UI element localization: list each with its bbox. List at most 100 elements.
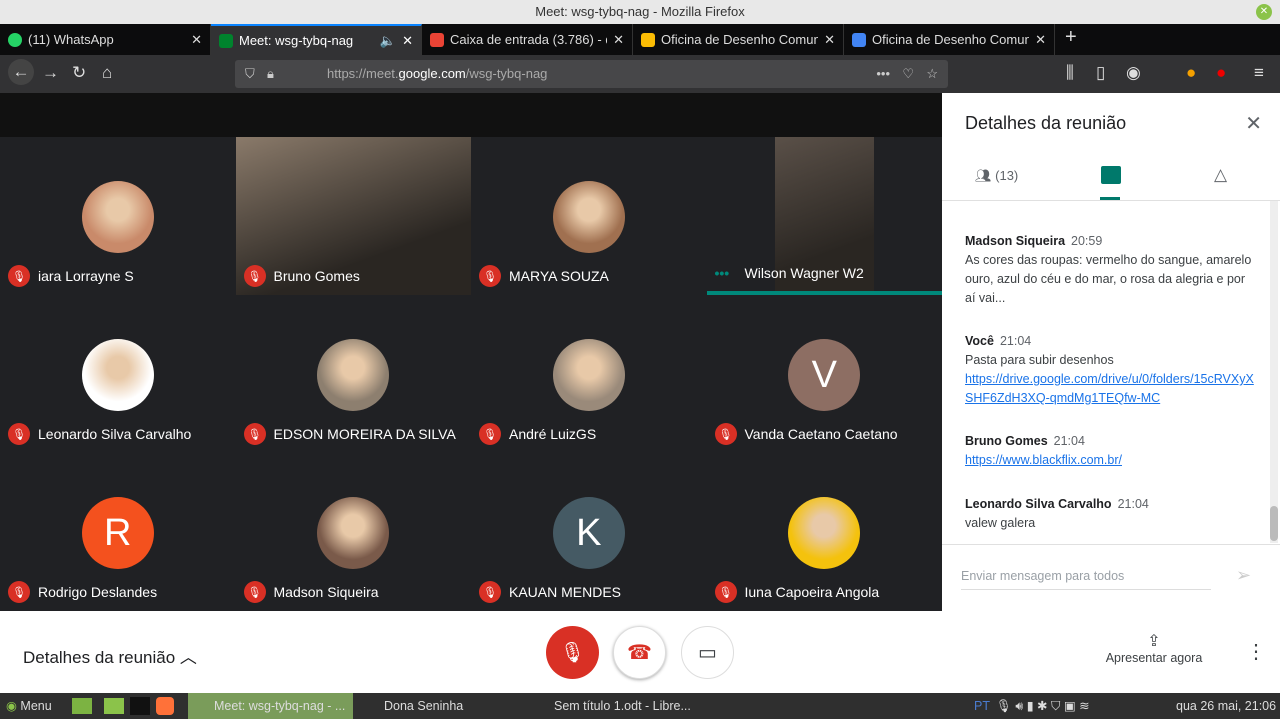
participant-name: MARYA SOUZA <box>509 268 609 284</box>
new-tab-button[interactable]: + <box>1055 24 1087 55</box>
people-icon: 👥︎ <box>975 168 992 183</box>
tab-label: Meet: wsg-tybq-nag <box>239 33 354 48</box>
avatar-initial: K <box>552 497 625 569</box>
blackflix-link[interactable]: https://www.blackflix.com.br/ <box>965 453 1122 467</box>
tray-icons[interactable]: 🎙︎ 🔊︎ ▮ ✱ ⛉ ▣ ≋ <box>996 693 1090 719</box>
more-actions-icon[interactable]: ••• <box>876 60 890 88</box>
participant-tile[interactable]: 🎙︎ MARYA SOUZA <box>471 137 707 295</box>
keyboard-layout[interactable]: PT <box>974 693 990 719</box>
firefox-launcher-icon[interactable] <box>156 697 174 715</box>
chat-input[interactable]: Enviar mensagem para todos <box>961 569 1211 590</box>
meeting-details-panel: Detalhes da reunião ✕ 👥︎ (13) △ Madson S… <box>942 93 1280 611</box>
participant-name: KAUAN MENDES <box>509 584 622 600</box>
tab-meet[interactable]: Meet: wsg-tybq-nag 🔈 ✕ <box>211 24 422 55</box>
tab-gmail[interactable]: Caixa de entrada (3.786) - d ✕ <box>422 24 633 55</box>
participant-name-label: 🎙︎ EDSON MOREIRA DA SILVA <box>243 423 456 445</box>
clock[interactable]: qua 26 mai, 21:06 <box>1176 693 1276 719</box>
home-button[interactable]: ⌂ <box>102 63 112 83</box>
avatar-photo <box>81 181 154 253</box>
more-options-icon[interactable]: ⋮ <box>1246 639 1266 664</box>
menu-icon[interactable]: ≡ <box>1254 63 1264 83</box>
taskbar-item-folder[interactable]: Dona Seninha <box>362 693 463 719</box>
camera-toggle-button[interactable]: ▭ <box>681 626 734 679</box>
extension-icon[interactable]: ● <box>1186 63 1196 83</box>
pocket-icon[interactable]: ♡ <box>902 60 914 88</box>
chat-tab-icon[interactable] <box>1101 166 1121 184</box>
bookmark-star-icon[interactable]: ☆ <box>926 60 938 88</box>
close-panel-icon[interactable]: ✕ <box>1245 111 1262 136</box>
tab-whatsapp[interactable]: (11) WhatsApp ✕ <box>0 24 211 55</box>
people-tab[interactable]: 👥︎ (13) <box>975 168 1018 184</box>
gmail-icon <box>430 32 444 47</box>
participant-tile[interactable]: K 🎙︎ KAUAN MENDES <box>471 453 707 611</box>
files-icon[interactable] <box>104 698 124 714</box>
back-button[interactable]: ← <box>8 59 34 85</box>
participant-tile[interactable]: 🎙︎ Bruno Gomes <box>235 137 471 295</box>
chat-scrollbar[interactable] <box>1270 201 1278 543</box>
speaker-icon[interactable]: 🔈 <box>380 33 396 49</box>
library-icon[interactable]: ⫼ <box>1066 63 1074 83</box>
chat-message: Bruno Gomes 21:04 https://www.blackflix.co… <box>965 432 1255 470</box>
taskbar-item-meet[interactable]: Meet: wsg-tybq-nag - ... <box>188 693 353 719</box>
close-tab-icon[interactable]: ✕ <box>191 32 202 48</box>
drive-icon <box>641 32 655 47</box>
divider <box>942 200 1280 201</box>
message-text: Pasta para subir desenhos <box>965 353 1114 367</box>
participant-name: Vanda Caetano Caetano <box>744 426 898 442</box>
participant-name: Rodrigo Deslandes <box>38 584 158 600</box>
window-titlebar: Meet: wsg-tybq-nag - Mozilla Firefox ✕ <box>0 0 1280 24</box>
menu-button[interactable]: ◉ Menu <box>6 693 52 719</box>
sender: Leonardo Silva Carvalho <box>965 497 1112 511</box>
close-tab-icon[interactable]: ✕ <box>613 32 624 48</box>
participant-tile[interactable]: 🎙︎ André LuizGS <box>471 295 707 453</box>
reload-button[interactable]: ↻ <box>72 63 86 83</box>
participant-name: iara Lorrayne S <box>38 268 134 284</box>
tab-label: (11) WhatsApp <box>28 32 114 47</box>
participant-tile[interactable]: 🎙︎ EDSON MOREIRA DA SILVA <box>235 295 471 453</box>
participant-tile[interactable]: 🎙︎ iara Lorrayne S <box>0 137 236 295</box>
close-tab-icon[interactable]: ✕ <box>1035 32 1046 48</box>
url-bar[interactable]: https://meet.google.com/wsg-tybq-nag ⛉ 🔒… <box>235 60 948 88</box>
participant-tile[interactable]: 🎙︎ Madson Siqueira <box>235 453 471 611</box>
avatar-photo <box>552 339 625 411</box>
time: 21:04 <box>1117 497 1149 511</box>
taskbar: ◉ Menu Meet: wsg-tybq-nag - ... Dona Sen… <box>0 693 1280 719</box>
participant-tile[interactable]: V 🎙︎ Vanda Caetano Caetano <box>706 295 942 453</box>
terminal-icon[interactable] <box>130 697 150 715</box>
present-now-button[interactable]: ⇪ Apresentar agora <box>1100 631 1208 665</box>
drive-link[interactable]: https://drive.google.com/drive/u/0/folde… <box>965 372 1254 405</box>
send-icon[interactable]: ➢ <box>1236 565 1251 586</box>
participant-tile[interactable]: ••• Wilson Wagner W2 <box>706 137 942 295</box>
lock-icon[interactable]: 🔒︎ <box>267 60 274 88</box>
tab-label: Oficina de Desenho Comun <box>661 32 819 47</box>
participant-tile[interactable]: 🎙︎ Iuna Capoeira Angola <box>706 453 942 611</box>
participant-tile[interactable]: 🎙︎ Leonardo Silva Carvalho <box>0 295 236 453</box>
participant-name-label: 🎙︎ Iuna Capoeira Angola <box>714 581 879 603</box>
participant-name-label: 🎙︎ Rodrigo Deslandes <box>8 581 157 603</box>
audio-level-icon: ••• <box>714 265 730 281</box>
participant-name: EDSON MOREIRA DA SILVA <box>273 426 456 442</box>
shield-icon[interactable]: ⛉ <box>245 60 255 88</box>
sidebar-icon[interactable]: ▯ <box>1096 63 1105 83</box>
close-tab-icon[interactable]: ✕ <box>824 32 835 48</box>
docs-icon <box>852 32 866 47</box>
blocker-icon[interactable]: ● <box>1216 63 1226 83</box>
forward-button[interactable]: → <box>42 63 59 83</box>
activities-icon[interactable]: △ <box>1214 165 1227 185</box>
participant-tile[interactable]: R 🎙︎ Rodrigo Deslandes <box>0 453 236 611</box>
participant-name-label: 🎙︎ iara Lorrayne S <box>8 265 134 287</box>
avatar-photo <box>317 497 390 569</box>
leave-call-button[interactable]: ☎︎ <box>613 626 666 679</box>
mic-toggle-button[interactable]: 🎙︎ <box>546 626 599 679</box>
meeting-details-button[interactable]: Detalhes da reunião ︿ <box>23 643 197 668</box>
mic-off-icon: 🎙︎ <box>243 581 266 603</box>
url-prefix: https://meet. <box>327 66 399 81</box>
meet-control-bar: Detalhes da reunião ︿ 🎙︎ ☎︎ ▭ ⇪ Apresenta… <box>0 611 1280 693</box>
tab-drive[interactable]: Oficina de Desenho Comun ✕ <box>633 24 844 55</box>
close-tab-icon[interactable]: ✕ <box>402 33 413 49</box>
tab-docs[interactable]: Oficina de Desenho Comun ✕ <box>844 24 1055 55</box>
show-desktop-icon[interactable] <box>72 698 92 714</box>
close-window-button[interactable]: ✕ <box>1256 4 1272 20</box>
account-icon[interactable]: ◉ <box>1126 63 1141 83</box>
taskbar-item-writer[interactable]: Sem título 1.odt - Libre... <box>534 693 691 719</box>
